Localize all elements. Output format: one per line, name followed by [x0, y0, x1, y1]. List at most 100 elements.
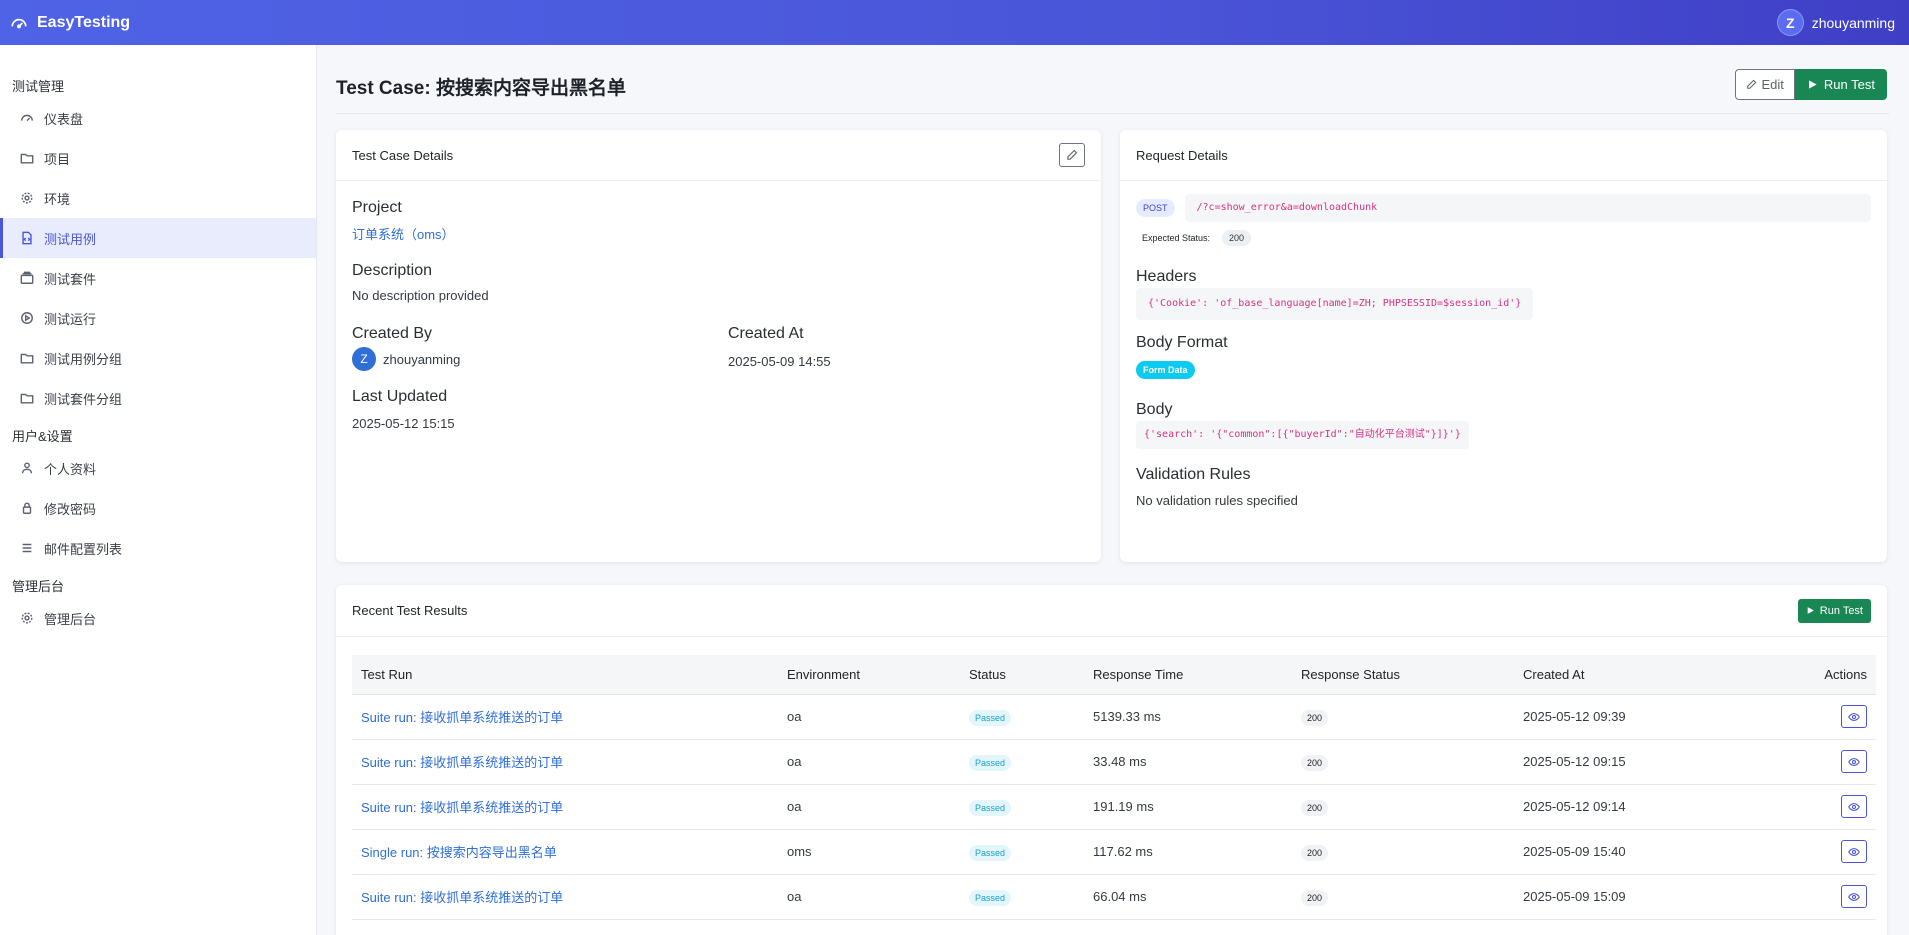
creator-avatar: Z: [352, 347, 376, 371]
sidebar-item-test-case-groups[interactable]: 测试用例分组: [0, 338, 316, 378]
sidebar-section-title: 用户&设置: [12, 429, 73, 444]
body-format-badge: Form Data: [1136, 361, 1195, 379]
eye-icon: [1848, 892, 1860, 901]
view-result-button[interactable]: [1841, 795, 1867, 818]
collection-icon: [20, 271, 34, 284]
title-divider: [336, 113, 1889, 114]
request-details-card: Request Details POST /?c=show_error&a=do…: [1120, 130, 1887, 562]
response-status-badge: 200: [1301, 710, 1329, 726]
pencil-icon: [1067, 149, 1078, 160]
expected-status-label: Expected Status:: [1142, 233, 1211, 243]
created-at-cell: 2025-05-09 15:09: [1514, 874, 1766, 920]
dashboard-icon: [21, 114, 33, 122]
sidebar-item-label: 环境: [44, 191, 71, 207]
body-value: {'search': '{"common":[{"buyerId":"自动化平台…: [1136, 421, 1469, 449]
view-result-button[interactable]: [1841, 750, 1867, 773]
creator-name: zhouyanming: [383, 351, 461, 367]
col-environment: Environment: [778, 655, 960, 695]
eye-icon: [1848, 757, 1860, 766]
request-line: POST /?c=show_error&a=downloadChunk: [1136, 194, 1871, 222]
results-table: Test Run Environment Status Response Tim…: [352, 655, 1876, 920]
col-created-at: Created At: [1514, 655, 1766, 695]
sidebar-item-dashboard[interactable]: 仪表盘: [0, 98, 316, 138]
environment-cell: oa: [778, 874, 960, 920]
folder-icon: [20, 153, 34, 164]
sidebar-item-label: 测试套件: [44, 271, 97, 287]
sidebar-item-change-password[interactable]: 修改密码: [0, 488, 316, 528]
folder-icon: [20, 353, 34, 364]
last-updated-label: Last Updated: [352, 388, 448, 405]
card-title: Request Details: [1136, 147, 1228, 163]
top-navbar: EasyTesting Z zhouyanming: [0, 0, 1909, 45]
sidebar-item-environments[interactable]: 环境: [0, 178, 316, 218]
view-result-button[interactable]: [1841, 885, 1867, 908]
method-badge: POST: [1136, 199, 1175, 217]
sidebar-item-test-suite-groups[interactable]: 测试套件分组: [0, 378, 316, 418]
sidebar-item-profile[interactable]: 个人资料: [0, 448, 316, 488]
card-title: Test Case Details: [352, 147, 454, 163]
user-name: zhouyanming: [1811, 14, 1895, 31]
recent-results-card: Recent Test Results Run Test Test Run En…: [336, 585, 1887, 935]
test-run-link[interactable]: Suite run: 接收抓单系统推送的订单: [361, 710, 563, 725]
headers-label: Headers: [1136, 268, 1197, 285]
sidebar-item-mail-config[interactable]: 邮件配置列表: [0, 528, 316, 568]
sidebar-section-title: 测试管理: [12, 79, 65, 94]
edit-button[interactable]: Edit: [1734, 69, 1795, 100]
sidebar-item-label: 测试运行: [44, 311, 97, 327]
response-status-badge: 200: [1301, 800, 1329, 816]
sidebar-item-admin[interactable]: 管理后台: [0, 598, 316, 638]
play-circle-icon: [21, 312, 33, 324]
col-response-time: Response Time: [1084, 655, 1292, 695]
created-at-label: Created At: [728, 325, 804, 342]
edit-details-button[interactable]: [1059, 143, 1085, 167]
status-badge: Passed: [969, 845, 1012, 861]
sidebar: 测试管理 仪表盘 项目 环境 测试用例 测试套件 测试运行 测试用例分组 测试套…: [0, 45, 317, 935]
card-header: Request Details: [1120, 130, 1887, 181]
table-row: Suite run: 接收抓单系统推送的订单 oa Passed 66.04 m…: [352, 874, 1876, 920]
expected-status: Expected Status: 200: [1142, 230, 1252, 246]
col-status: Status: [960, 655, 1084, 695]
eye-icon: [1848, 847, 1860, 856]
created-by-label: Created By: [352, 325, 433, 342]
view-result-button[interactable]: [1841, 705, 1867, 728]
test-case-details-card: Test Case Details Project 订单系统（oms） Desc…: [336, 130, 1101, 562]
test-run-link[interactable]: Single run: 按搜索内容导出黑名单: [361, 845, 557, 860]
environment-cell: oa: [778, 739, 960, 785]
validation-rules-label: Validation Rules: [1136, 466, 1251, 483]
sidebar-item-label: 测试用例: [44, 231, 97, 247]
sidebar-item-test-runs[interactable]: 测试运行: [0, 298, 316, 338]
card-header: Recent Test Results Run Test: [336, 585, 1887, 637]
sidebar-item-projects[interactable]: 项目: [0, 138, 316, 178]
test-run-link[interactable]: Suite run: 接收抓单系统推送的订单: [361, 890, 563, 905]
sidebar-item-test-suites[interactable]: 测试套件: [0, 258, 316, 298]
sidebar-item-label: 管理后台: [44, 611, 97, 627]
table-row: Suite run: 接收抓单系统推送的订单 oa Passed 5139.33…: [352, 694, 1876, 740]
run-test-button[interactable]: Run Test: [1794, 69, 1887, 100]
table-row: Suite run: 接收抓单系统推送的订单 oa Passed 191.19 …: [352, 784, 1876, 830]
col-response-status: Response Status: [1292, 655, 1514, 695]
project-link[interactable]: 订单系统（oms）: [352, 224, 455, 243]
test-run-link[interactable]: Suite run: 接收抓单系统推送的订单: [361, 800, 563, 815]
created-at-value: 2025-05-09 14:55: [728, 354, 831, 369]
environment-cell: oa: [778, 784, 960, 830]
test-run-link[interactable]: Suite run: 接收抓单系统推送的订单: [361, 755, 563, 770]
response-status-badge: 200: [1301, 890, 1329, 906]
table-row: Suite run: 接收抓单系统推送的订单 oa Passed 33.48 m…: [352, 739, 1876, 785]
view-result-button[interactable]: [1841, 840, 1867, 863]
request-url: /?c=show_error&a=downloadChunk: [1184, 194, 1871, 222]
body-label: Body: [1136, 401, 1173, 418]
header-actions: Edit Run Test: [1734, 69, 1887, 100]
headers-value: {'Cookie': 'of_base_language[name]=ZH; P…: [1136, 288, 1534, 320]
sidebar-item-test-cases[interactable]: 测试用例: [0, 218, 316, 258]
gear-icon: [21, 612, 33, 624]
last-updated-value: 2025-05-12 15:15: [352, 416, 455, 431]
run-test-small-button[interactable]: Run Test: [1797, 598, 1871, 623]
run-test-small-label: Run Test: [1819, 604, 1863, 617]
expected-status-badge: 200: [1222, 230, 1252, 246]
status-badge: Passed: [969, 710, 1012, 726]
table-header-row: Test Run Environment Status Response Tim…: [352, 655, 1876, 695]
user-menu[interactable]: Z zhouyanming: [1776, 9, 1895, 36]
sidebar-item-label: 测试用例分组: [44, 351, 123, 367]
response-status-badge: 200: [1301, 755, 1329, 771]
brand[interactable]: EasyTesting: [10, 14, 130, 32]
